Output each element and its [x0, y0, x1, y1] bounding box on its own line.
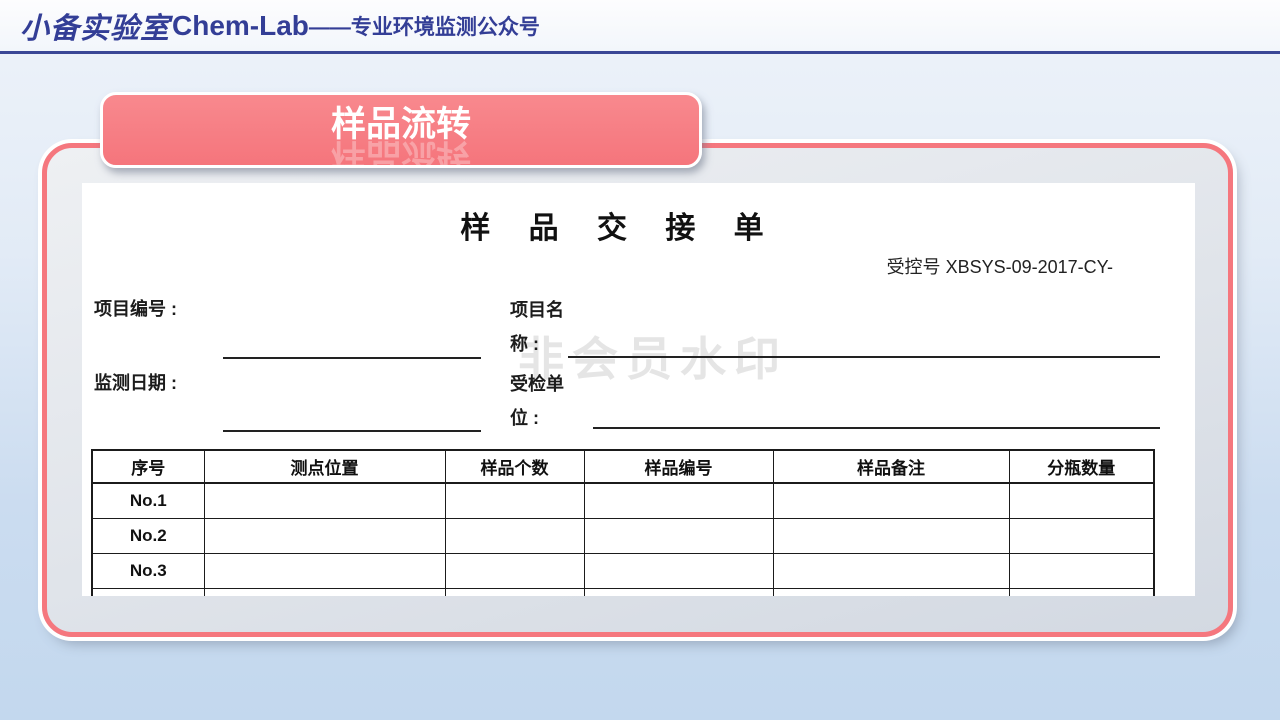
sample-table: 序号 测点位置 样品个数 样品编号 样品备注 分瓶数量 No.1 [91, 449, 1155, 596]
document-title: 样 品 交 接 单 [82, 203, 1195, 247]
table-header-cell: 样品个数 [445, 450, 584, 483]
table-row: No.3 [92, 553, 1154, 588]
field-label-project-name: 项目名称 : [510, 293, 570, 361]
table-header-cell: 分瓶数量 [1009, 450, 1154, 483]
row-number-cell: No.2 [92, 518, 204, 553]
brand-name-text: Chem-Lab [172, 10, 309, 42]
table-cell-empty [584, 483, 773, 518]
table-row: No.1 [92, 483, 1154, 518]
table-cell-empty [445, 553, 584, 588]
table-header-cell: 样品编号 [584, 450, 773, 483]
sample-flow-banner: 样品流转 样品流转 [100, 92, 702, 168]
row-number-cell: No.1 [92, 483, 204, 518]
fill-line-project-number [223, 357, 481, 359]
table-cell-empty [204, 483, 445, 518]
table-cell-empty [584, 518, 773, 553]
table-cell-empty [445, 483, 584, 518]
brand-script-text: 小备实验室 [20, 5, 170, 47]
table-cell-empty [204, 518, 445, 553]
field-label-inspected-unit: 受检单位 : [510, 367, 570, 435]
field-label-monitor-date: 监测日期 : [94, 369, 177, 395]
brand-tagline-text: ——专业环境监测公众号 [309, 11, 540, 41]
table-cell-empty [773, 483, 1009, 518]
table-cell-empty [445, 588, 584, 596]
banner-label-reflection: 样品流转 [331, 136, 471, 169]
table-cell-empty [1009, 588, 1154, 596]
fill-line-project-name [568, 356, 1160, 358]
table-cell-empty [204, 588, 445, 596]
table-cell-empty [204, 553, 445, 588]
table-row: No.4 [92, 588, 1154, 596]
table-cell-empty [1009, 553, 1154, 588]
table-cell-empty [773, 518, 1009, 553]
table-cell-empty [445, 518, 584, 553]
table-header-cell: 序号 [92, 450, 204, 483]
table-row: No.2 [92, 518, 1154, 553]
fill-line-monitor-date [223, 430, 481, 432]
control-number: 受控号 XBSYS-09-2017-CY- [887, 253, 1113, 279]
table-cell-empty [584, 588, 773, 596]
table-header-cell: 样品备注 [773, 450, 1009, 483]
fill-line-inspected-unit [593, 427, 1160, 429]
table-cell-empty [1009, 483, 1154, 518]
table-cell-empty [773, 588, 1009, 596]
row-number-cell: No.4 [92, 588, 204, 596]
table-cell-empty [773, 553, 1009, 588]
table-cell-empty [1009, 518, 1154, 553]
table-cell-empty [584, 553, 773, 588]
slide: 小备实验室 Chem-Lab ——专业环境监测公众号 样品流转 样品流转 非会员… [0, 0, 1280, 720]
header-bar: 小备实验室 Chem-Lab ——专业环境监测公众号 [0, 0, 1280, 54]
document-sheet: 非会员水印 样 品 交 接 单 受控号 XBSYS-09-2017-CY- 项目… [82, 183, 1195, 596]
table-header-row: 序号 测点位置 样品个数 样品编号 样品备注 分瓶数量 [92, 450, 1154, 483]
field-label-project-number: 项目编号 : [94, 295, 177, 321]
row-number-cell: No.3 [92, 553, 204, 588]
table-header-cell: 测点位置 [204, 450, 445, 483]
